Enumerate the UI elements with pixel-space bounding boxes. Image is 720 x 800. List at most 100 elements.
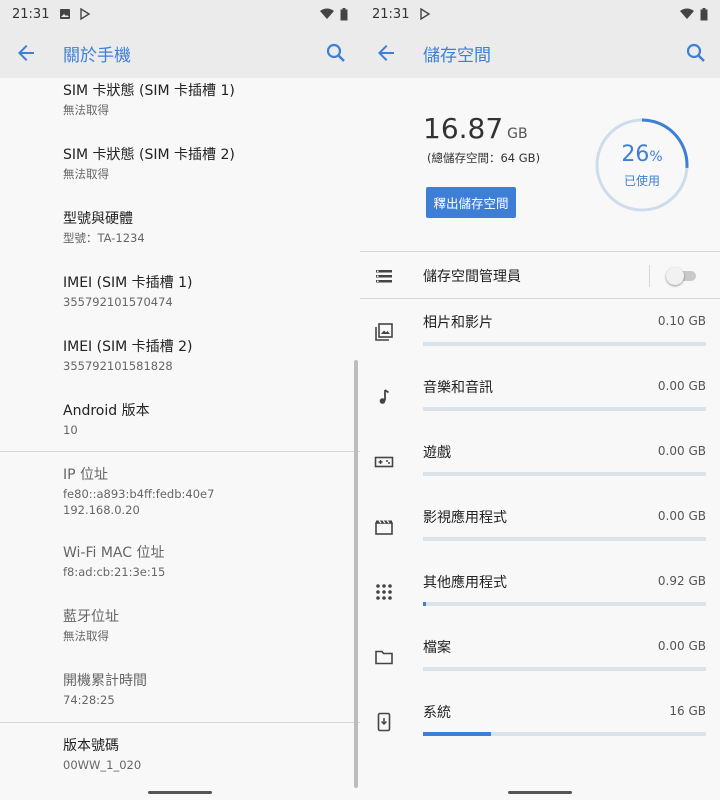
storage-manager-toggle[interactable] xyxy=(666,267,698,285)
list-item-uptime[interactable]: 開機累計時間 74:28:25 xyxy=(63,672,350,708)
item-title: 藍牙位址 xyxy=(63,609,119,625)
item-subtitle-2: 192.168.0.20 xyxy=(63,503,140,517)
item-title: SIM 卡狀態 (SIM 卡插槽 2) xyxy=(63,147,235,163)
status-bar: 21:31 xyxy=(360,0,720,28)
used-label: 已使用 xyxy=(623,174,660,188)
progress-fill xyxy=(423,732,491,736)
battery-icon xyxy=(700,7,708,20)
item-subtitle: fe80::a893:b4ff:fedb:40e7 xyxy=(63,487,215,501)
progress-fill xyxy=(423,602,426,606)
usage-percent: 26% xyxy=(594,142,690,167)
category-label: 其他應用程式 xyxy=(423,575,507,591)
list-item-imei1[interactable]: IMEI (SIM 卡插槽 1) 355792101570474 xyxy=(63,274,350,310)
divider xyxy=(649,265,650,287)
status-time: 21:31 xyxy=(372,6,410,22)
item-subtitle: 無法取得 xyxy=(63,167,109,181)
item-title: IMEI (SIM 卡插槽 2) xyxy=(63,339,193,355)
item-subtitle: f8:ad:cb:21:3e:15 xyxy=(63,565,166,579)
category-size: 0.10 GB xyxy=(657,314,706,328)
percent-sign: % xyxy=(649,149,663,165)
divider xyxy=(0,451,360,452)
used-unit: GB xyxy=(507,126,528,142)
category-label: 影視應用程式 xyxy=(423,510,507,526)
item-title: SIM 卡狀態 (SIM 卡插槽 1) xyxy=(63,83,235,99)
gamepad-icon xyxy=(374,456,394,468)
search-icon[interactable] xyxy=(324,41,348,65)
category-size: 0.00 GB xyxy=(657,444,706,458)
system-update-icon xyxy=(377,712,391,732)
divider xyxy=(360,298,720,299)
item-subtitle: 74:28:25 xyxy=(63,693,115,707)
list-item-bluetooth-address[interactable]: 藍牙位址 無法取得 xyxy=(63,608,350,644)
item-subtitle: 355792101570474 xyxy=(63,295,173,309)
item-subtitle: 355792101581828 xyxy=(63,359,173,373)
page-title: 關於手機 xyxy=(63,45,131,66)
about-phone-screen: 21:31 關於手機 SIM 卡狀態 (SIM 卡插槽 1) 無法取得 SIM … xyxy=(0,0,360,800)
category-size: 0.00 GB xyxy=(657,639,706,653)
free-up-space-button[interactable]: 釋出儲存空間 xyxy=(426,187,516,218)
item-subtitle: 型號：TA-1234 xyxy=(63,231,145,245)
storage-manager-icon xyxy=(376,270,392,283)
movie-icon xyxy=(375,520,393,535)
category-progress xyxy=(423,472,706,476)
status-bar: 21:31 xyxy=(0,0,360,28)
gesture-nav-bar[interactable] xyxy=(148,791,212,794)
category-size: 0.92 GB xyxy=(657,574,706,588)
category-label: 遊戲 xyxy=(423,445,451,461)
scrollbar[interactable] xyxy=(354,360,358,788)
toggle-knob xyxy=(666,267,684,285)
list-item-sim2-status[interactable]: SIM 卡狀態 (SIM 卡插槽 2) 無法取得 xyxy=(63,146,350,182)
item-title: IP 位址 xyxy=(63,467,109,483)
category-label: 系統 xyxy=(423,705,451,721)
divider xyxy=(0,722,360,723)
play-store-icon xyxy=(420,8,431,20)
category-size: 0.00 GB xyxy=(657,379,706,393)
category-label: 音樂和音訊 xyxy=(423,380,493,396)
list-item-imei2[interactable]: IMEI (SIM 卡插槽 2) 355792101581828 xyxy=(63,338,350,374)
toolbar: 儲存空間 xyxy=(360,28,720,78)
photos-icon xyxy=(375,323,393,341)
list-item-android-version[interactable]: Android 版本 10 xyxy=(63,402,350,438)
image-notification-icon xyxy=(60,9,71,19)
item-title: 版本號碼 xyxy=(63,738,119,754)
total-capacity: (總儲存空間：64 GB) xyxy=(427,151,541,165)
item-title: 型號與硬體 xyxy=(63,211,133,227)
list-item-wifi-mac[interactable]: Wi-Fi MAC 位址 f8:ad:cb:21:3e:15 xyxy=(63,544,350,580)
music-note-icon xyxy=(379,389,390,404)
storage-manager-label: 儲存空間管理員 xyxy=(423,269,521,285)
category-progress xyxy=(423,602,706,606)
list-item-model-hardware[interactable]: 型號與硬體 型號：TA-1234 xyxy=(63,210,350,246)
play-store-icon xyxy=(80,8,91,20)
category-progress xyxy=(423,407,706,411)
category-size: 0.00 GB xyxy=(657,509,706,523)
list-item-build-number[interactable]: 版本號碼 00WW_1_020 xyxy=(63,737,350,773)
folder-icon xyxy=(375,650,393,665)
apps-grid-icon xyxy=(376,584,392,600)
battery-icon xyxy=(340,7,348,20)
percent-value: 26 xyxy=(621,142,650,167)
category-progress xyxy=(423,537,706,541)
category-label: 相片和影片 xyxy=(423,315,493,331)
category-progress xyxy=(423,732,706,736)
page-title: 儲存空間 xyxy=(423,45,491,66)
category-size: 16 GB xyxy=(669,704,706,718)
list-item-sim1-status[interactable]: SIM 卡狀態 (SIM 卡插槽 1) 無法取得 xyxy=(63,82,350,118)
used-value: 16.87 xyxy=(423,112,504,145)
wifi-icon xyxy=(680,8,694,19)
item-subtitle: 00WW_1_020 xyxy=(63,758,142,772)
wifi-icon xyxy=(320,8,334,19)
item-title: Android 版本 xyxy=(63,403,150,419)
item-subtitle: 無法取得 xyxy=(63,103,109,117)
arrow-left-icon[interactable] xyxy=(14,41,38,65)
item-title: Wi-Fi MAC 位址 xyxy=(63,545,165,561)
toolbar: 關於手機 xyxy=(0,28,360,78)
category-progress xyxy=(423,342,706,346)
list-item-ip-address[interactable]: IP 位址 fe80::a893:b4ff:fedb:40e7 192.168.… xyxy=(63,466,350,518)
item-title: 開機累計時間 xyxy=(63,673,147,689)
status-time: 21:31 xyxy=(12,6,50,22)
search-icon[interactable] xyxy=(684,41,708,65)
gesture-nav-bar[interactable] xyxy=(508,791,572,794)
divider xyxy=(360,251,720,252)
used-storage: 16.87 GB xyxy=(423,112,528,145)
arrow-left-icon[interactable] xyxy=(374,41,398,65)
